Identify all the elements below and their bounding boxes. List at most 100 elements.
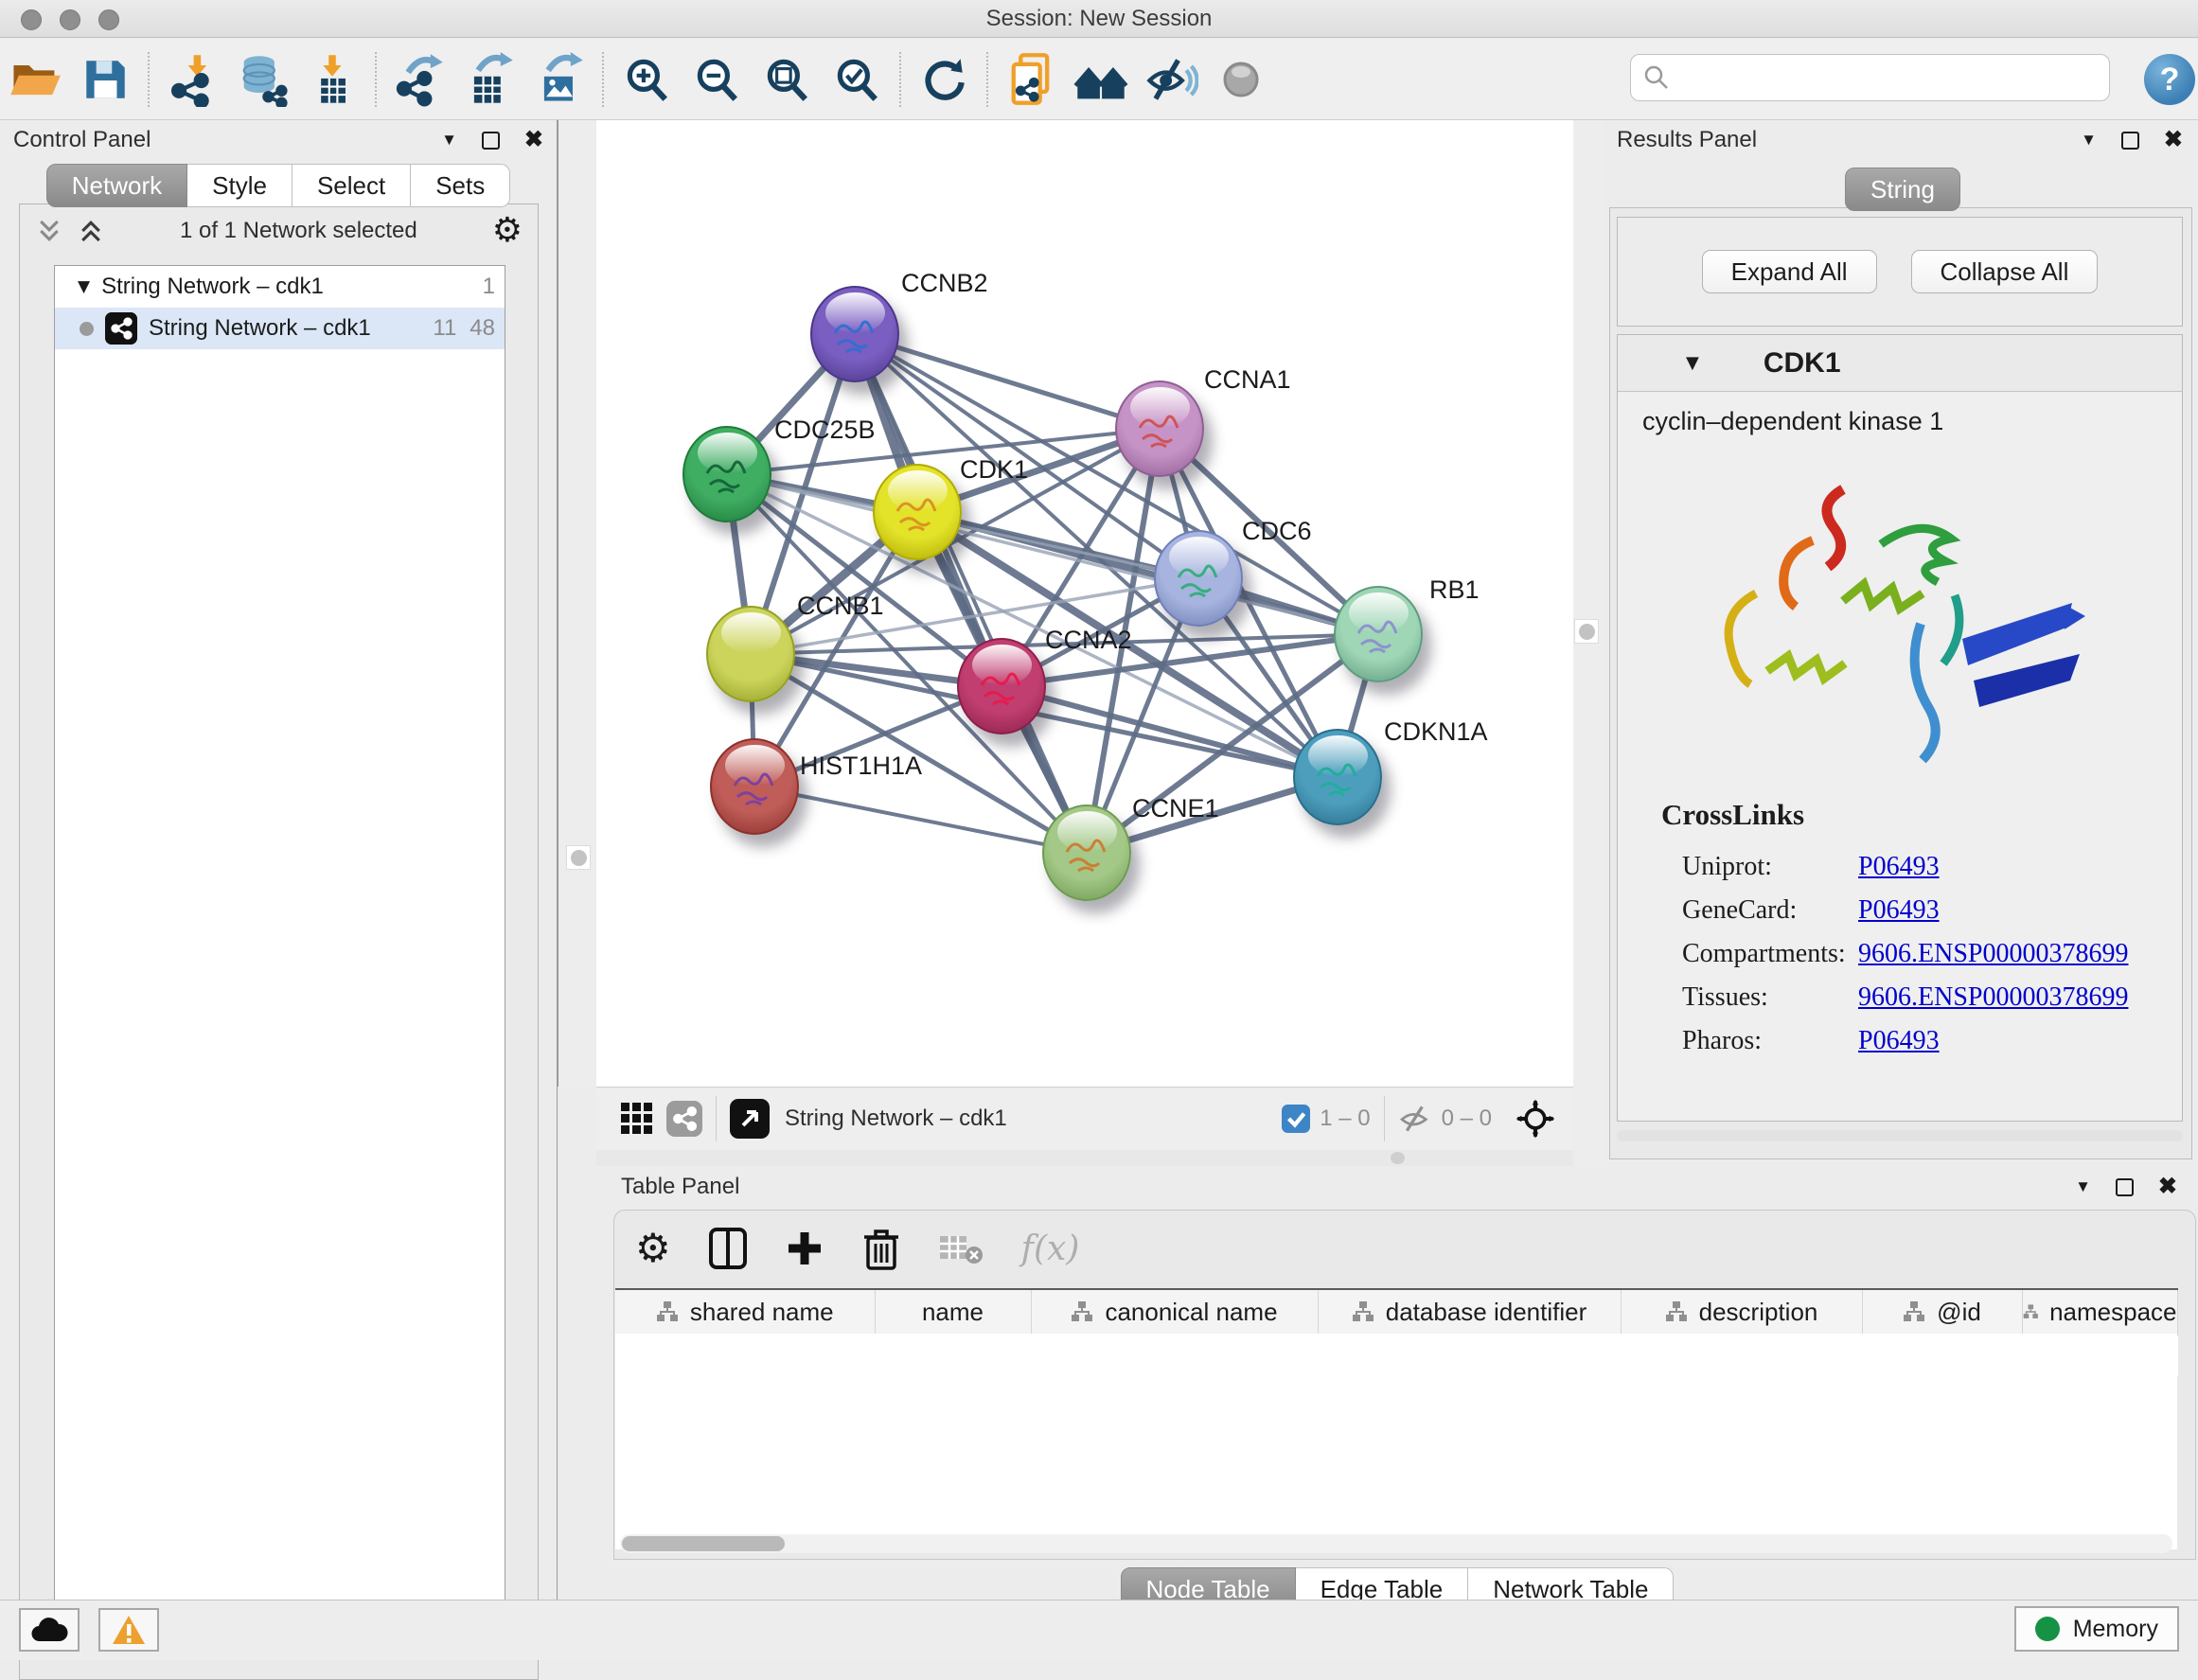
node-label-ccnb1: CCNB1 — [797, 592, 884, 621]
export-network-button[interactable] — [384, 46, 454, 113]
crosslink-uniprot-link[interactable]: P06493 — [1858, 852, 1940, 882]
expand-all-button[interactable]: Expand All — [1702, 250, 1877, 293]
left-splitter-handle[interactable] — [566, 845, 591, 870]
column-header[interactable]: database identifier — [1318, 1289, 1621, 1335]
cloud-status-button[interactable] — [19, 1608, 80, 1652]
zoom-window-button[interactable] — [98, 9, 119, 30]
delete-column-trash-icon[interactable] — [862, 1227, 900, 1270]
warnings-button[interactable] — [98, 1608, 159, 1652]
save-session-button[interactable] — [70, 46, 140, 113]
search-box[interactable] — [1630, 54, 2110, 101]
home-networks-button[interactable] — [1066, 46, 1136, 113]
share-document-button[interactable] — [996, 46, 1066, 113]
network-node-ccna2[interactable] — [957, 638, 1046, 734]
crosslink-tissues-link[interactable]: 9606.ENSP00000378699 — [1858, 982, 2128, 1013]
panel-collapse-icon[interactable]: ▼ — [2081, 131, 2097, 150]
refresh-button[interactable] — [909, 46, 979, 113]
table-horizontal-scrollbar[interactable] — [620, 1534, 2172, 1553]
import-network-button[interactable] — [157, 46, 227, 113]
panel-collapse-icon[interactable]: ▼ — [441, 131, 457, 150]
panel-float-icon[interactable] — [2121, 132, 2139, 150]
tab-style[interactable]: Style — [187, 164, 292, 207]
zoom-in-button[interactable] — [612, 46, 682, 113]
zoom-out-button[interactable] — [682, 46, 752, 113]
panel-close-icon[interactable]: ✖ — [2164, 129, 2183, 151]
toolbar-separator — [375, 52, 377, 107]
column-header[interactable]: description — [1621, 1289, 1862, 1335]
open-session-button[interactable] — [0, 46, 70, 113]
add-column-plus-icon[interactable] — [785, 1229, 824, 1268]
expand-all-chevrons-icon[interactable] — [35, 217, 63, 245]
export-image-button[interactable] — [524, 46, 594, 113]
panel-float-icon[interactable] — [482, 132, 500, 150]
network-collection-row[interactable]: ▼ String Network – cdk1 1 — [55, 266, 505, 308]
column-header[interactable]: canonical name — [1031, 1289, 1318, 1335]
network-node-ccnb2[interactable] — [810, 286, 899, 382]
tab-select[interactable]: Select — [292, 164, 411, 207]
scrollbar-thumb[interactable] — [622, 1536, 785, 1551]
birds-eye-toggle-button[interactable] — [1515, 1098, 1556, 1140]
network-row[interactable]: String Network – cdk1 11 48 — [55, 308, 505, 349]
tab-sets[interactable]: Sets — [411, 164, 510, 207]
network-node-ccne1[interactable] — [1042, 805, 1131, 901]
network-node-cdc6[interactable] — [1154, 530, 1243, 627]
column-header[interactable]: @id — [1862, 1289, 2022, 1335]
results-scrollbar[interactable] — [1617, 1130, 2183, 1141]
tab-network[interactable]: Network — [46, 164, 187, 207]
horizontal-splitter-handle[interactable] — [1391, 1152, 1405, 1164]
network-node-ccna1[interactable] — [1115, 380, 1204, 477]
collapse-all-button[interactable]: Collapse All — [1911, 250, 2099, 293]
node-label-cdk1: CDK1 — [960, 455, 1028, 485]
network-view-toolbar: String Network – cdk1 1 – 0 0 – 0 — [596, 1087, 1573, 1150]
tab-string-results[interactable]: String — [1845, 168, 1960, 211]
crosslink-pharos-link[interactable]: P06493 — [1858, 1026, 1940, 1056]
horizontal-splitter[interactable] — [596, 1150, 1573, 1166]
control-panel: Control Panel ▼ ✖ Network Style Select S… — [0, 120, 558, 1600]
crosslink-compartments-link[interactable]: 9606.ENSP00000378699 — [1858, 939, 2128, 969]
hide-unhide-button[interactable] — [1136, 46, 1206, 113]
table-panel: Table Panel ▼ ✖ ⚙ f(x) — [596, 1166, 2198, 1600]
string-view-button[interactable] — [666, 1101, 702, 1137]
panel-collapse-icon[interactable]: ▼ — [2075, 1177, 2091, 1196]
memory-button[interactable]: Memory — [2014, 1606, 2179, 1652]
network-edge[interactable] — [754, 787, 1087, 853]
network-node-cdkn1a[interactable] — [1293, 729, 1382, 825]
network-edge[interactable] — [855, 334, 1160, 429]
show-columns-icon[interactable] — [709, 1228, 747, 1269]
show-eye-button[interactable] — [1206, 46, 1276, 113]
collapse-all-chevrons-icon[interactable] — [77, 217, 105, 245]
table-options-gear-icon[interactable]: ⚙ — [635, 1229, 671, 1268]
panel-float-icon[interactable] — [2116, 1178, 2134, 1196]
search-input[interactable] — [1671, 64, 2078, 91]
network-node-ccnb1[interactable] — [706, 606, 795, 702]
column-header[interactable]: name — [875, 1289, 1031, 1335]
network-node-hist1h1a[interactable] — [710, 738, 799, 835]
zoom-fit-button[interactable] — [752, 46, 822, 113]
detach-view-button[interactable] — [730, 1099, 770, 1139]
minimize-window-button[interactable] — [60, 9, 80, 30]
network-node-cdc25b[interactable] — [682, 426, 771, 522]
network-node-rb1[interactable] — [1334, 586, 1423, 682]
zoom-selected-button[interactable] — [822, 46, 892, 113]
right-splitter-handle[interactable] — [1574, 619, 1599, 644]
left-splitter[interactable] — [558, 120, 596, 1087]
help-button[interactable]: ? — [2144, 54, 2195, 105]
panel-close-icon[interactable]: ✖ — [524, 129, 543, 151]
network-options-gear-icon[interactable]: ⚙ — [492, 214, 523, 248]
column-header[interactable]: namespace — [2022, 1289, 2177, 1335]
import-network-database-button[interactable] — [227, 46, 297, 113]
network-canvas[interactable]: CCNB2CCNA1CDC25BCDK1CDC6RB1CCNB1CCNA2CDK… — [596, 120, 1573, 1087]
tree-expand-icon[interactable]: ▼ — [78, 277, 90, 296]
right-splitter[interactable] — [1573, 120, 1602, 1166]
export-table-button[interactable] — [454, 46, 524, 113]
panel-close-icon[interactable]: ✖ — [2158, 1176, 2177, 1198]
table-empty-area — [615, 1334, 2177, 1549]
gene-section-header[interactable]: ▼ CDK1 — [1618, 335, 2182, 392]
section-collapse-icon[interactable]: ▼ — [1686, 353, 1699, 373]
crosslink-genecard-link[interactable]: P06493 — [1858, 895, 1940, 926]
network-node-cdk1[interactable] — [873, 464, 962, 560]
import-table-button[interactable] — [297, 46, 367, 113]
grid-view-button[interactable] — [621, 1103, 653, 1135]
close-window-button[interactable] — [21, 9, 42, 30]
column-header[interactable]: shared name — [615, 1289, 875, 1335]
